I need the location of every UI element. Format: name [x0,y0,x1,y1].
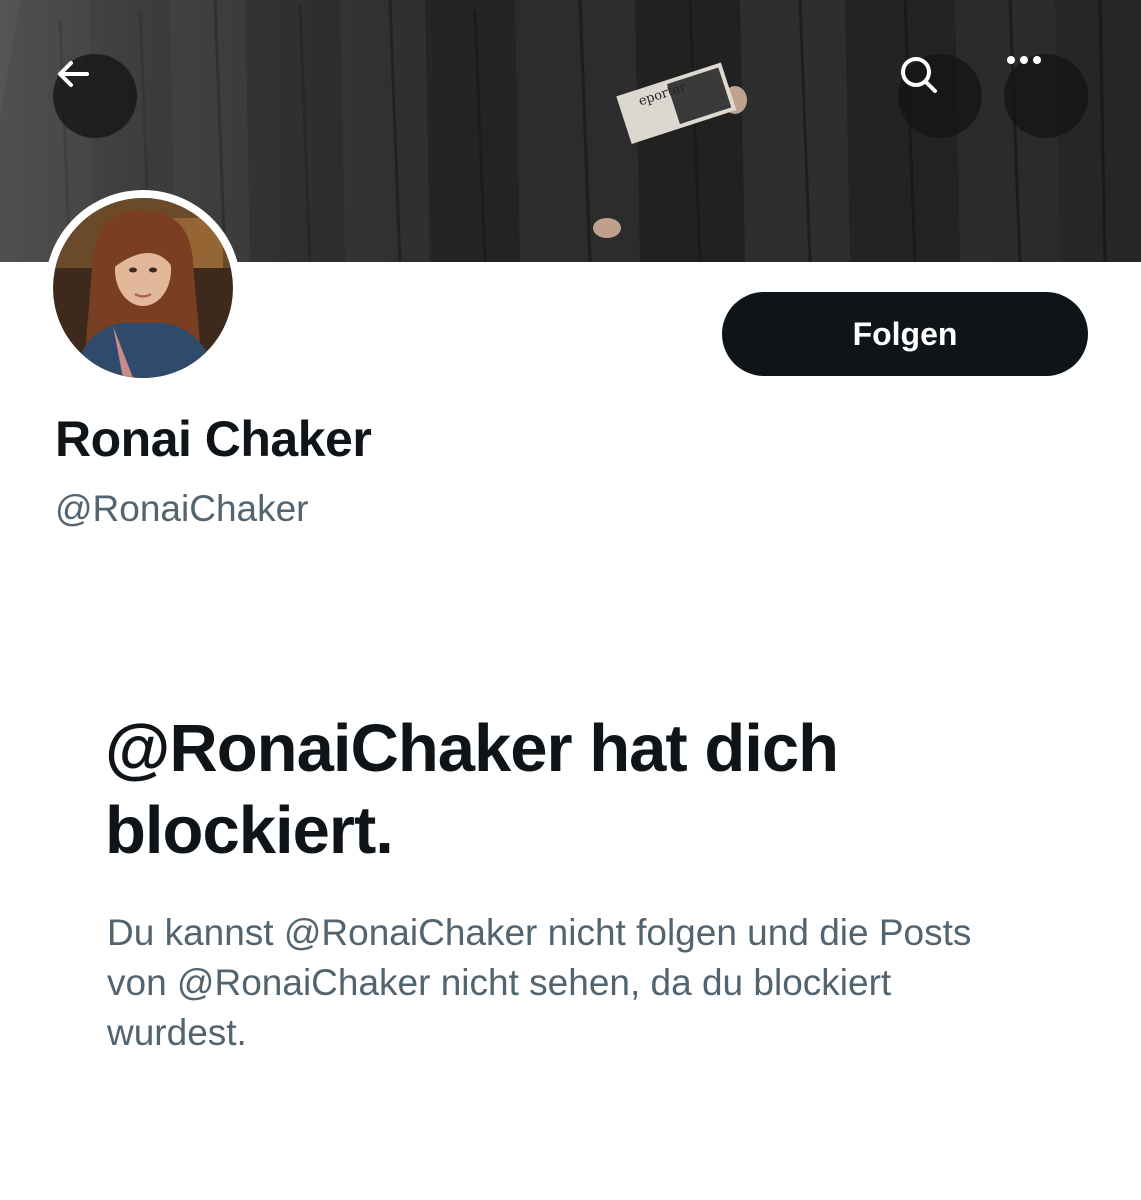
profile-display-name: Ronai Chaker [55,411,372,467]
profile-avatar[interactable] [45,190,241,386]
avatar-image [53,198,233,378]
blocked-title: @RonaiChaker hat dich blockiert. [105,711,839,868]
follow-button[interactable]: Folgen [722,292,1088,376]
search-button[interactable] [898,54,982,138]
more-options-button[interactable] [1004,54,1088,138]
back-button[interactable] [53,54,137,138]
arrow-left-icon [58,61,89,87]
search-icon [901,57,937,93]
profile-handle: @RonaiChaker [55,488,309,529]
blocked-description: Du kannst @RonaiChaker nicht folgen und … [107,912,972,1053]
more-horizontal-icon [1007,56,1041,64]
